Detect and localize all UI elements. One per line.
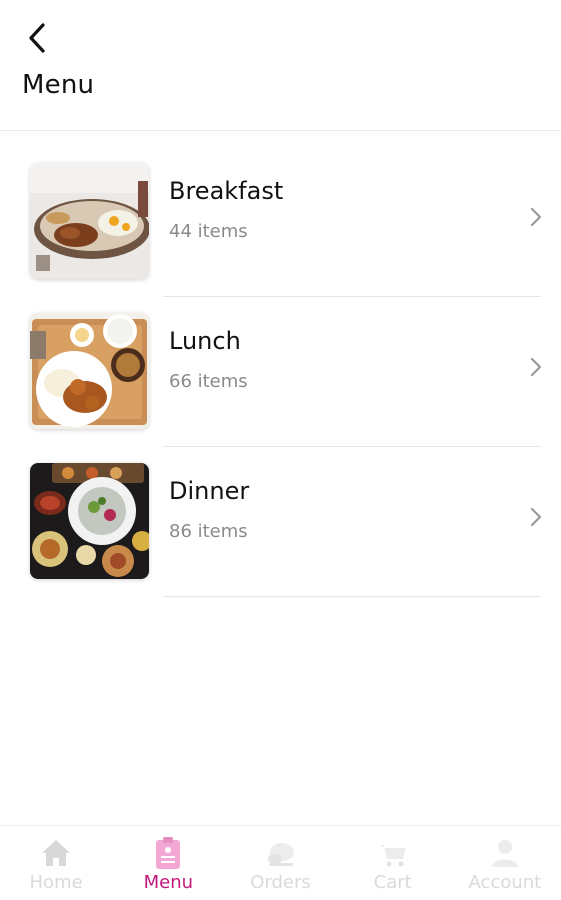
nav-orders[interactable]: Orders — [224, 826, 336, 900]
nav-label: Menu — [143, 872, 194, 893]
category-name: Dinner — [169, 477, 250, 505]
orders-icon — [264, 836, 298, 870]
list-item-lunch[interactable]: Lunch 66 items — [0, 300, 561, 450]
divider — [163, 446, 541, 447]
nav-menu[interactable]: Menu — [112, 826, 224, 900]
dinner-image — [30, 463, 149, 579]
chevron-left-icon — [29, 23, 45, 53]
category-list: Breakfast 44 items Lunch 66 items Dinner… — [0, 150, 561, 600]
bottom-nav: Home Menu Orders Cart Account — [0, 825, 561, 900]
nav-label: Account — [468, 872, 542, 893]
nav-label: Home — [29, 872, 83, 893]
chevron-right-icon — [530, 207, 542, 227]
chevron-right-icon — [530, 357, 542, 377]
lunch-image — [30, 313, 149, 429]
category-name: Lunch — [169, 327, 241, 355]
cart-icon — [376, 836, 410, 870]
chevron-right-icon — [530, 507, 542, 527]
nav-label: Orders — [250, 872, 311, 893]
nav-label: Cart — [373, 872, 412, 893]
back-button[interactable] — [18, 18, 58, 58]
home-icon — [39, 836, 73, 870]
nav-home[interactable]: Home — [0, 826, 112, 900]
menu-clipboard-icon — [151, 836, 185, 870]
divider — [163, 296, 541, 297]
item-count: 86 items — [169, 521, 248, 542]
account-icon — [488, 836, 522, 870]
app-header: Menu — [0, 0, 561, 131]
item-count: 44 items — [169, 221, 248, 242]
page-title: Menu — [22, 70, 95, 100]
item-count: 66 items — [169, 371, 248, 392]
list-item-dinner[interactable]: Dinner 86 items — [0, 450, 561, 600]
nav-account[interactable]: Account — [449, 826, 561, 900]
breakfast-image — [30, 163, 149, 279]
list-item-breakfast[interactable]: Breakfast 44 items — [0, 150, 561, 300]
divider — [163, 596, 541, 597]
nav-cart[interactable]: Cart — [337, 826, 449, 900]
category-name: Breakfast — [169, 177, 284, 205]
